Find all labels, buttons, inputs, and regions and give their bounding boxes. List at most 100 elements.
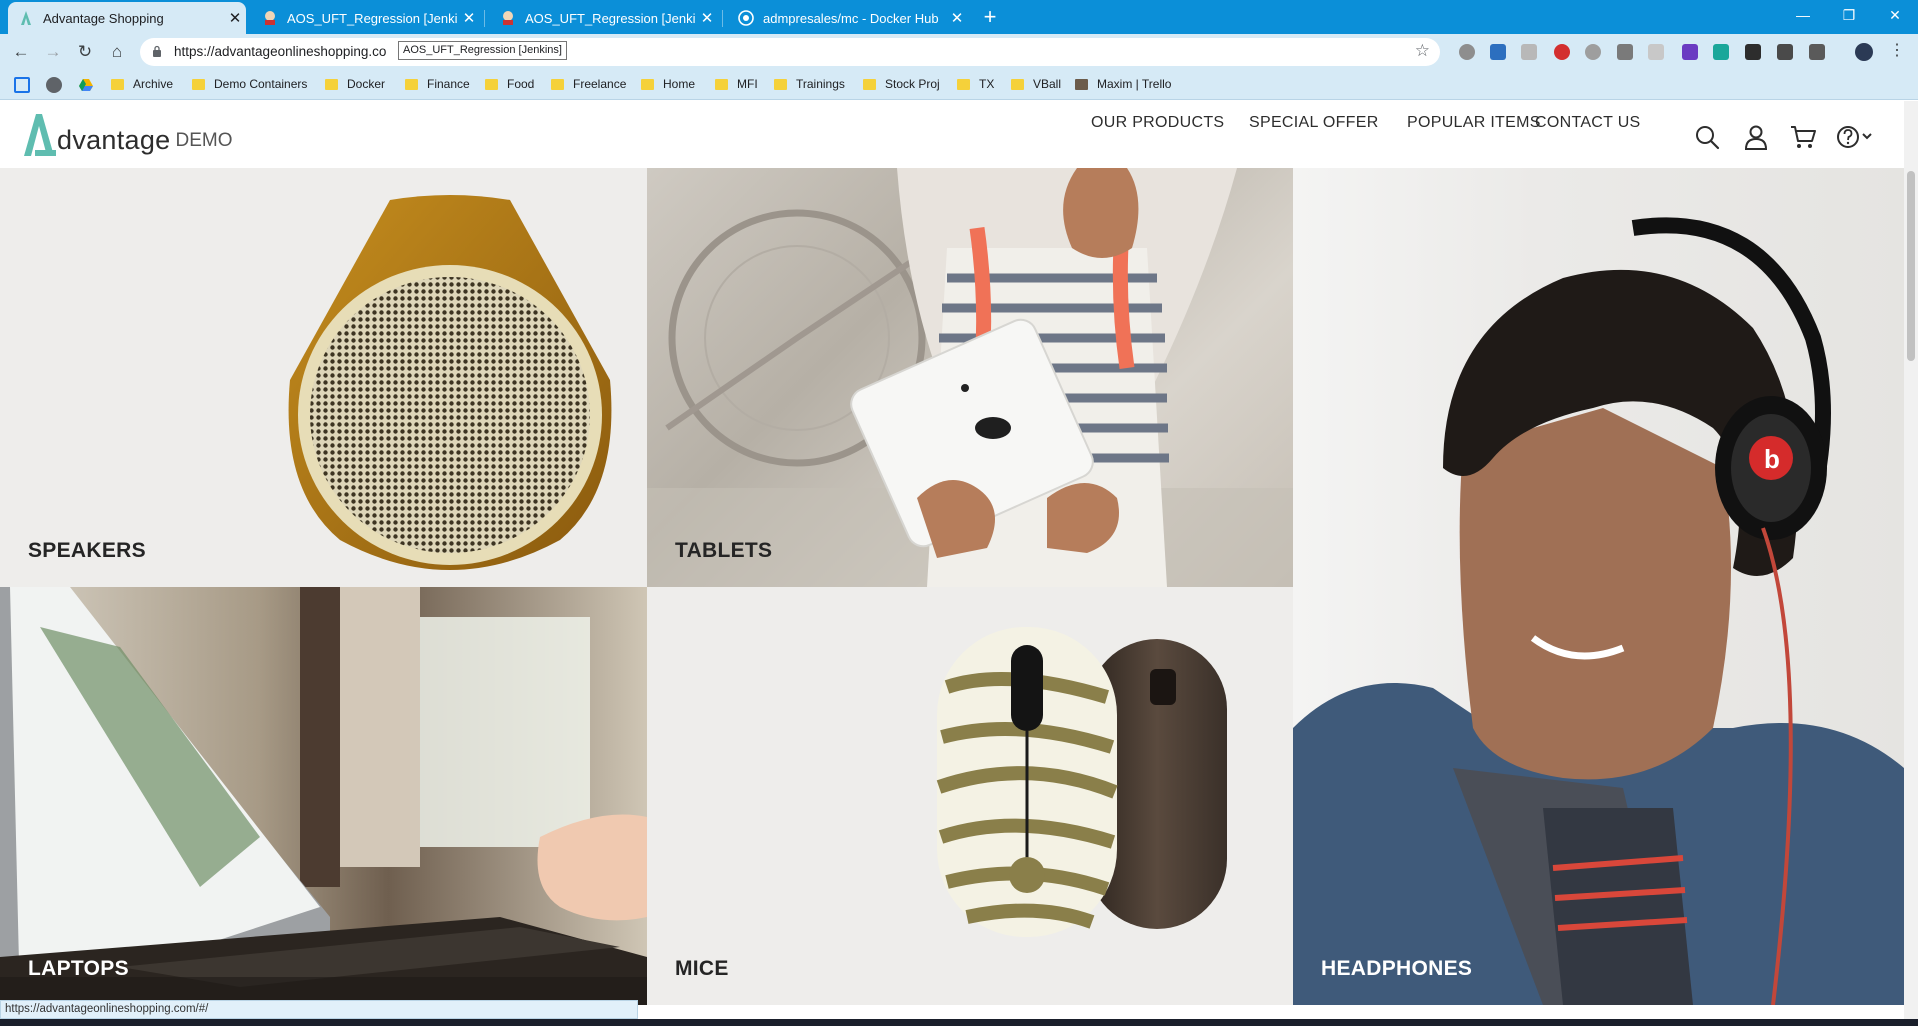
close-window-button[interactable]: ✕ bbox=[1872, 0, 1918, 30]
folder-icon bbox=[774, 78, 787, 90]
globe-icon[interactable] bbox=[46, 77, 62, 93]
tab-jenkins-2[interactable]: AOS_UFT_Regression [Jenkins] ✕ bbox=[490, 2, 718, 34]
tab-jenkins-1[interactable]: AOS_UFT_Regression [Jenkins] ✕ bbox=[252, 2, 480, 34]
close-tab-icon[interactable]: ✕ bbox=[696, 9, 718, 27]
tab-separator bbox=[484, 10, 485, 27]
tab-advantage-shopping[interactable]: Advantage Shopping ✕ bbox=[8, 2, 246, 34]
logo-text: dvantage bbox=[57, 125, 171, 155]
category-mice[interactable]: MICE bbox=[647, 587, 1293, 1005]
search-icon[interactable] bbox=[1693, 123, 1721, 151]
extension-icon[interactable] bbox=[1459, 44, 1475, 60]
bookmark-star-icon[interactable]: ☆ bbox=[1415, 41, 1430, 61]
speaker-image bbox=[288, 195, 612, 570]
reload-button[interactable]: ↻ bbox=[72, 39, 98, 65]
home-button[interactable]: ⌂ bbox=[104, 39, 130, 65]
tab-docker-hub[interactable]: admpresales/mc - Docker Hub ✕ bbox=[728, 2, 968, 34]
tab-title: admpresales/mc - Docker Hub bbox=[763, 10, 939, 26]
scrollbar-thumb[interactable] bbox=[1907, 171, 1915, 361]
bookmark-food[interactable]: Food bbox=[485, 77, 534, 91]
user-icon[interactable] bbox=[1742, 123, 1770, 151]
bookmark-docker[interactable]: Docker bbox=[325, 77, 385, 91]
folder-icon bbox=[485, 78, 498, 90]
extension-adblock-icon[interactable] bbox=[1554, 44, 1570, 60]
browser-tab-bar: Advantage Shopping ✕ AOS_UFT_Regression … bbox=[0, 0, 1918, 34]
extension-icon[interactable] bbox=[1682, 44, 1698, 60]
page-scrollbar[interactable] bbox=[1904, 101, 1918, 1026]
advantage-logo-icon bbox=[18, 10, 34, 26]
back-button[interactable]: ← bbox=[8, 39, 34, 65]
extension-pocket-icon[interactable] bbox=[1617, 44, 1633, 60]
extension-pen-icon[interactable] bbox=[1490, 44, 1506, 60]
extension-icon[interactable] bbox=[1777, 44, 1793, 60]
bookmark-trello[interactable]: Maxim | Trello bbox=[1075, 77, 1171, 91]
logo-subtitle: DEMO bbox=[175, 130, 233, 151]
advantage-logo-icon bbox=[24, 114, 56, 156]
bookmark-tx[interactable]: TX bbox=[957, 77, 994, 91]
folder-icon bbox=[111, 78, 124, 90]
category-label: HEADPHONES bbox=[1321, 957, 1473, 980]
folder-icon bbox=[715, 78, 728, 90]
category-headphones[interactable]: b HEADPHONES bbox=[1293, 168, 1904, 1005]
bookmarks-bar: Archive Demo Containers Docker Finance F… bbox=[0, 70, 1918, 100]
bookmark-home[interactable]: Home bbox=[641, 77, 695, 91]
extension-drive-icon[interactable] bbox=[1745, 44, 1761, 60]
category-tablets[interactable]: TABLETS bbox=[647, 168, 1293, 587]
forward-button[interactable]: → bbox=[40, 39, 66, 65]
tablet-image bbox=[647, 168, 1293, 587]
extension-icon[interactable] bbox=[1585, 44, 1601, 60]
lock-icon bbox=[153, 45, 161, 57]
bookmark-demo-containers[interactable]: Demo Containers bbox=[192, 77, 307, 91]
trello-icon bbox=[1075, 78, 1088, 90]
extension-icon[interactable] bbox=[1713, 44, 1729, 60]
cart-icon[interactable] bbox=[1789, 123, 1817, 151]
apps-icon[interactable] bbox=[14, 77, 30, 93]
nav-contact-us[interactable]: CONTACT US bbox=[1535, 114, 1641, 132]
minimize-window-button[interactable]: — bbox=[1780, 0, 1826, 30]
bookmark-vball[interactable]: VBall bbox=[1011, 77, 1061, 91]
folder-icon bbox=[863, 78, 876, 90]
bookmark-stock-proj[interactable]: Stock Proj bbox=[863, 77, 940, 91]
category-laptops[interactable]: LAPTOPS bbox=[0, 587, 647, 1005]
bookmark-finance[interactable]: Finance bbox=[405, 77, 470, 91]
profile-avatar[interactable] bbox=[1855, 43, 1873, 61]
extension-icon[interactable] bbox=[1648, 44, 1664, 60]
mouse-image bbox=[936, 627, 1227, 937]
category-label: TABLETS bbox=[675, 539, 773, 562]
address-url[interactable]: https://advantageonlineshopping.co bbox=[174, 44, 386, 59]
status-url: https://advantageonlineshopping.com/#/ bbox=[0, 1000, 638, 1019]
folder-icon bbox=[325, 78, 338, 90]
category-label: MICE bbox=[675, 957, 729, 980]
help-icon[interactable] bbox=[1836, 123, 1874, 151]
nav-special-offer[interactable]: SPECIAL OFFER bbox=[1249, 114, 1379, 132]
tab-hover-tooltip: AOS_UFT_Regression [Jenkins] bbox=[398, 41, 567, 60]
folder-icon bbox=[641, 78, 654, 90]
google-drive-icon[interactable] bbox=[78, 77, 94, 93]
bookmark-freelance[interactable]: Freelance bbox=[551, 77, 626, 91]
tab-separator bbox=[722, 10, 723, 27]
close-tab-icon[interactable]: ✕ bbox=[458, 9, 480, 27]
new-tab-button[interactable]: + bbox=[976, 3, 1004, 31]
nav-our-products[interactable]: OUR PRODUCTS bbox=[1091, 114, 1224, 132]
restore-window-button[interactable]: ❐ bbox=[1826, 0, 1872, 30]
svg-text:b: b bbox=[1764, 444, 1780, 474]
advantage-logo[interactable]: dvantage DEMO bbox=[22, 112, 233, 158]
folder-icon bbox=[405, 78, 418, 90]
close-tab-icon[interactable]: ✕ bbox=[946, 9, 968, 27]
tab-title: Advantage Shopping bbox=[43, 10, 164, 26]
tab-title: AOS_UFT_Regression [Jenkins] bbox=[525, 10, 696, 26]
category-speakers[interactable]: SPEAKERS bbox=[0, 168, 647, 587]
browser-toolbar: ← → ↻ ⌂ https://advantageonlineshopping.… bbox=[0, 34, 1918, 70]
folder-icon bbox=[1011, 78, 1024, 90]
docker-icon bbox=[738, 10, 754, 26]
bookmark-mfi[interactable]: MFI bbox=[715, 77, 758, 91]
browser-menu-icon[interactable]: ⋮ bbox=[1889, 40, 1905, 60]
nav-popular-items[interactable]: POPULAR ITEMS bbox=[1407, 114, 1541, 132]
extension-icon[interactable] bbox=[1809, 44, 1825, 60]
bookmark-archive[interactable]: Archive bbox=[111, 77, 173, 91]
tab-title: AOS_UFT_Regression [Jenkins] bbox=[287, 10, 458, 26]
address-bar[interactable]: https://advantageonlineshopping.co AOS_U… bbox=[140, 38, 1440, 66]
close-tab-icon[interactable]: ✕ bbox=[224, 9, 246, 27]
extension-icon[interactable] bbox=[1521, 44, 1537, 60]
laptop-image bbox=[0, 587, 647, 1005]
bookmark-trainings[interactable]: Trainings bbox=[774, 77, 845, 91]
